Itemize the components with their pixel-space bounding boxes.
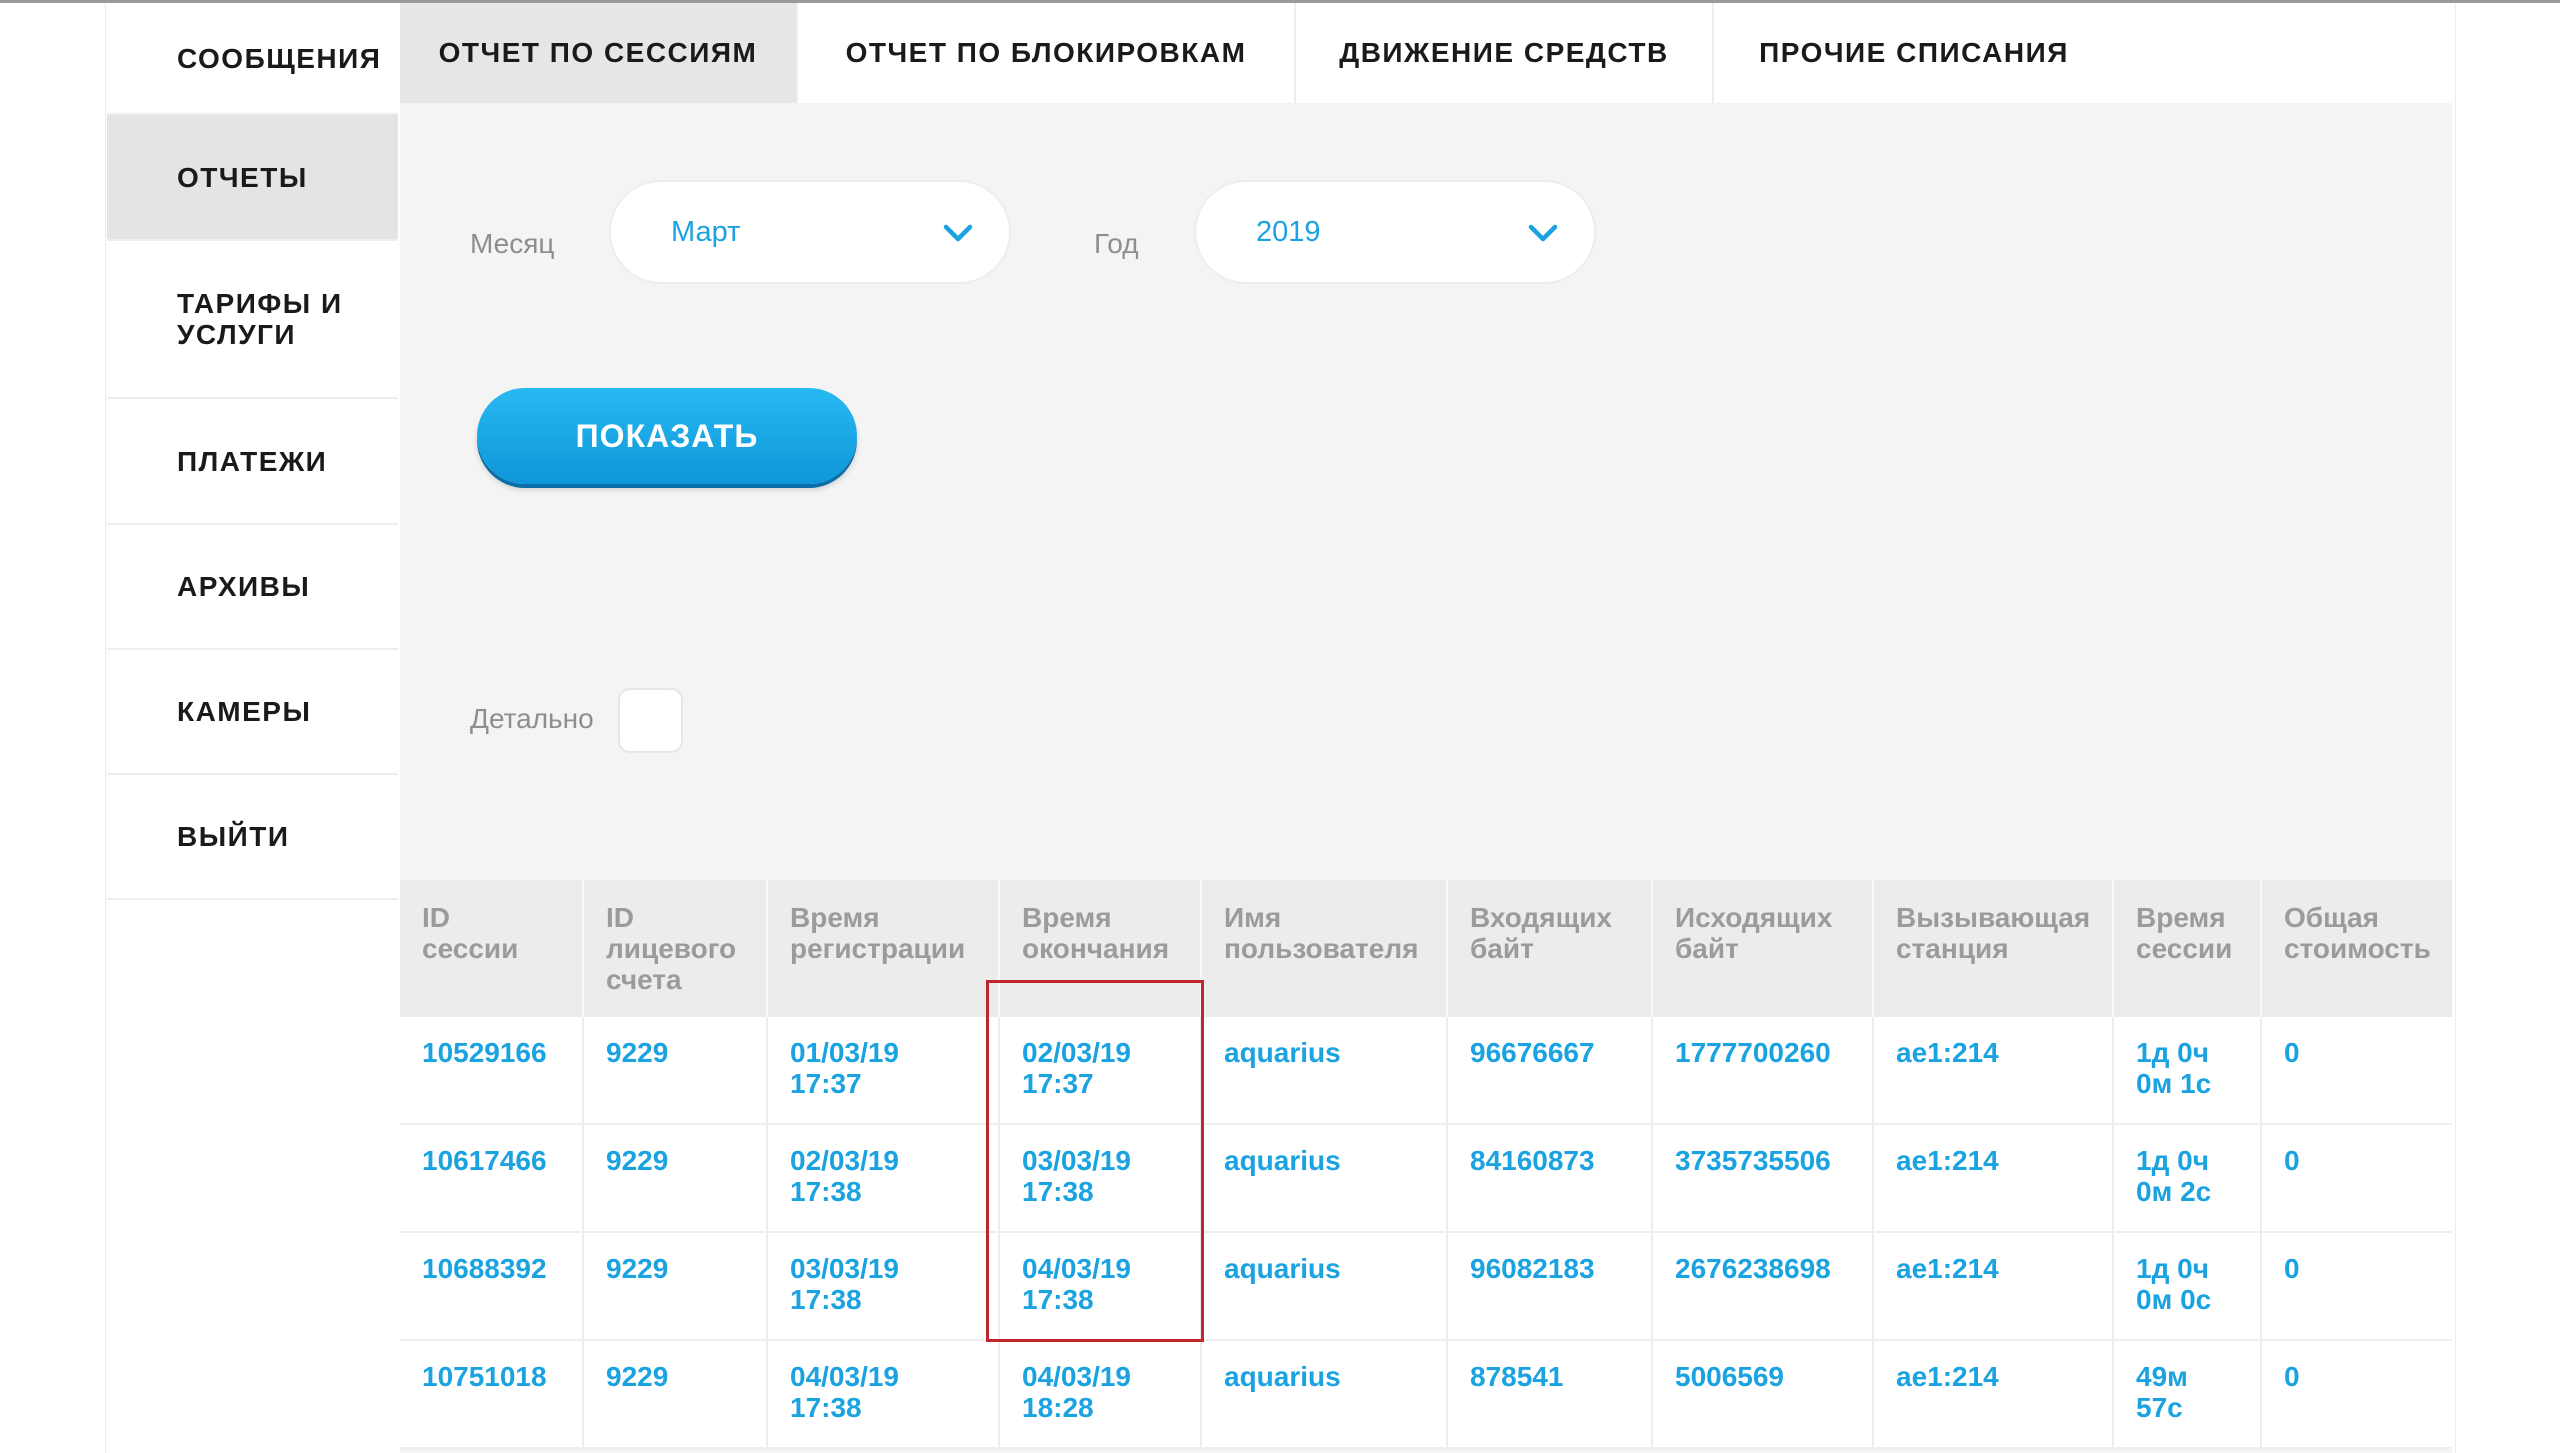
sidebar-item-label: ТАРИФЫ И УСЛУГИ <box>177 288 343 350</box>
total-cost-cell: 0 <box>2284 1361 2300 1392</box>
sidebar-item-label: ПЛАТЕЖИ <box>177 445 328 477</box>
session-time-cell: 49м 57с <box>2114 1341 2262 1447</box>
table-row[interactable]: 10529166 9229 01/03/19 17:37 02/03/19 17:37… <box>400 1017 2452 1125</box>
bytes-out-cell: 5006569 <box>1653 1341 1874 1447</box>
column-header-username: Имя пользователя <box>1202 880 1448 1017</box>
year-label: Год <box>1094 228 1139 259</box>
main-content: Месяц Март Год 2019 ПОКАЗАТЬ Детально ID… <box>400 103 2452 1453</box>
registration-time-cell: 02/03/19 17:38 <box>768 1125 1000 1231</box>
tab-blocks-report[interactable]: ОТЧЕТ ПО БЛОКИРОВКАМ <box>798 3 1296 103</box>
tab-label: ПРОЧИЕ СПИСАНИЯ <box>1759 37 2069 68</box>
sidebar-item-logout[interactable]: ВЫЙТИ <box>107 775 398 900</box>
session-id-cell: 10529166 <box>400 1017 584 1123</box>
column-header-total-cost: Общая стоимость <box>2284 902 2431 964</box>
chevron-down-icon <box>1528 224 1558 242</box>
total-cost-cell: 0 <box>2284 1037 2300 1068</box>
calling-station-cell: ae1:214 <box>1874 1125 2114 1231</box>
bytes-in-cell: 878541 <box>1448 1341 1653 1447</box>
sidebar-item-archives[interactable]: АРХИВЫ <box>107 525 398 650</box>
column-header-bytes-out: Исходящих байт <box>1653 880 1874 1017</box>
month-select[interactable]: Март <box>611 182 1009 282</box>
column-header-bytes-in: Входящих байт <box>1448 880 1653 1017</box>
column-header-calling-station: Вызывающая станция <box>1874 880 2114 1017</box>
account-id-cell: 9229 <box>584 1017 768 1123</box>
account-id-cell: 9229 <box>584 1341 768 1447</box>
sidebar-item-label: ВЫЙТИ <box>177 821 290 852</box>
bytes-in-cell: 96082183 <box>1448 1233 1653 1339</box>
session-id-cell: 10617466 <box>400 1125 584 1231</box>
session-id-cell: 10751018 <box>400 1341 584 1447</box>
bytes-out-cell: 3735735506 <box>1653 1125 1874 1231</box>
username-cell: aquarius <box>1202 1125 1448 1231</box>
sidebar-item-label: КАМЕРЫ <box>177 696 312 727</box>
end-time-cell: 04/03/19 18:28 <box>1000 1341 1202 1447</box>
sidebar-item-payments[interactable]: ПЛАТЕЖИ <box>107 399 398 525</box>
session-time-cell: 1д 0ч 0м 0с <box>2114 1233 2262 1339</box>
report-tabs: ОТЧЕТ ПО СЕССИЯМ ОТЧЕТ ПО БЛОКИРОВКАМ ДВ… <box>400 3 2452 103</box>
calling-station-cell: ae1:214 <box>1874 1233 2114 1339</box>
sidebar-item-reports[interactable]: ОТЧЕТЫ <box>107 115 398 241</box>
tab-other-charges[interactable]: ПРОЧИЕ СПИСАНИЯ <box>1714 3 2114 103</box>
sidebar: СООБЩЕНИЯ ОТЧЕТЫ ТАРИФЫ И УСЛУГИ ПЛАТЕЖИ… <box>107 3 398 1453</box>
sidebar-item-label: ОТЧЕТЫ <box>177 161 308 193</box>
account-id-cell: 9229 <box>584 1233 768 1339</box>
bytes-in-cell: 96676667 <box>1448 1017 1653 1123</box>
sidebar-item-messages[interactable]: СООБЩЕНИЯ <box>107 3 398 115</box>
show-button[interactable]: ПОКАЗАТЬ <box>477 388 857 484</box>
total-cost-cell: 0 <box>2284 1145 2300 1176</box>
year-select-value: 2019 <box>1256 216 1321 248</box>
registration-time-cell: 03/03/19 17:38 <box>768 1233 1000 1339</box>
table-row[interactable]: 10688392 9229 03/03/19 17:38 04/03/19 17:38… <box>400 1233 2452 1341</box>
registration-time-cell: 01/03/19 17:37 <box>768 1017 1000 1123</box>
bytes-out-cell: 1777700260 <box>1653 1017 1874 1123</box>
month-label: Месяц <box>470 228 555 259</box>
session-time-cell: 1д 0ч 0м 2с <box>2114 1125 2262 1231</box>
tab-label: ОТЧЕТ ПО БЛОКИРОВКАМ <box>845 37 1247 68</box>
table-header: ID сессии ID лицевого счета Время регист… <box>400 880 2452 1017</box>
sidebar-item-cameras[interactable]: КАМЕРЫ <box>107 650 398 775</box>
column-header-session-id: ID сессии <box>400 880 584 1017</box>
total-cost-cell: 0 <box>2284 1253 2300 1284</box>
sidebar-item-tariffs[interactable]: ТАРИФЫ И УСЛУГИ <box>107 241 398 399</box>
highlight-frame <box>986 980 1204 1342</box>
detail-checkbox[interactable] <box>620 690 681 751</box>
username-cell: aquarius <box>1202 1341 1448 1447</box>
sidebar-item-label: АРХИВЫ <box>177 571 311 602</box>
username-cell: aquarius <box>1202 1017 1448 1123</box>
registration-time-cell: 04/03/19 17:38 <box>768 1341 1000 1447</box>
calling-station-cell: ae1:214 <box>1874 1017 2114 1123</box>
calling-station-cell: ae1:214 <box>1874 1341 2114 1447</box>
detail-label: Детально <box>470 703 594 734</box>
year-select[interactable]: 2019 <box>1196 182 1594 282</box>
sidebar-item-label: СООБЩЕНИЯ <box>177 42 382 74</box>
column-header-registration-time: Время регистрации <box>768 880 1000 1017</box>
bytes-in-cell: 84160873 <box>1448 1125 1653 1231</box>
table-row[interactable]: 10617466 9229 02/03/19 17:38 03/03/19 17:38… <box>400 1125 2452 1233</box>
tab-funds-movement[interactable]: ДВИЖЕНИЕ СРЕДСТВ <box>1296 3 1714 103</box>
session-time-cell: 1д 0ч 0м 1с <box>2114 1017 2262 1123</box>
tab-label: ДВИЖЕНИЕ СРЕДСТВ <box>1339 37 1669 68</box>
column-header-session-time: Время сессии <box>2114 880 2262 1017</box>
chevron-down-icon <box>943 224 973 242</box>
month-select-value: Март <box>671 216 741 248</box>
account-id-cell: 9229 <box>584 1125 768 1231</box>
tab-sessions-report[interactable]: ОТЧЕТ ПО СЕССИЯМ <box>400 3 798 103</box>
table-row[interactable]: 10751018 9229 04/03/19 17:38 04/03/19 18:28… <box>400 1341 2452 1449</box>
column-header-account-id: ID лицевого счета <box>584 880 768 1017</box>
bytes-out-cell: 2676238698 <box>1653 1233 1874 1339</box>
username-cell: aquarius <box>1202 1233 1448 1339</box>
tab-label: ОТЧЕТ ПО СЕССИЯМ <box>438 37 758 68</box>
session-id-cell: 10688392 <box>400 1233 584 1339</box>
